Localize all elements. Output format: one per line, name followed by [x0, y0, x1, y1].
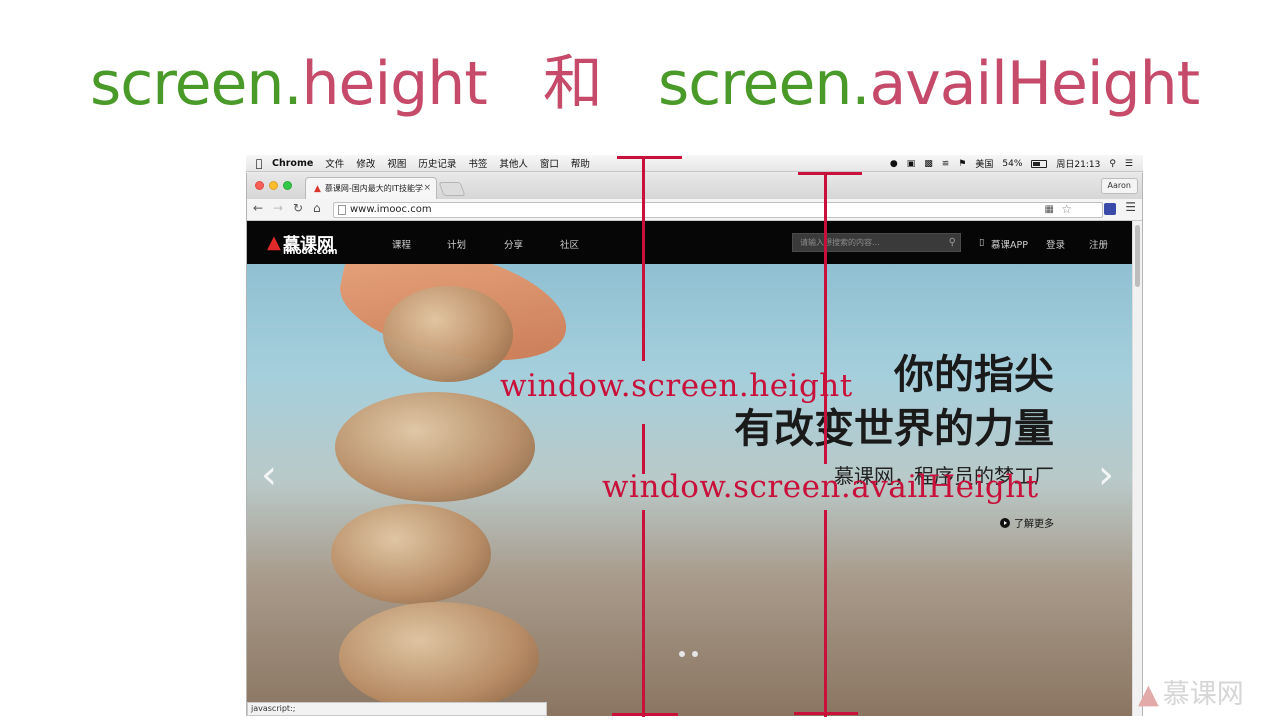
back-icon[interactable]: ←	[253, 201, 263, 215]
notification-list-icon[interactable]: ☰	[1125, 159, 1133, 169]
height-line	[642, 510, 645, 717]
hero-line2: 有改变世界的力量	[734, 406, 1054, 452]
tab-close-icon[interactable]: ×	[423, 183, 431, 193]
height-line	[642, 424, 645, 474]
avail-annotation-label: window.screen.availHeight	[602, 469, 1039, 505]
title-conjunction: 和	[542, 49, 603, 119]
stone-image	[335, 392, 535, 502]
menubar-status-area: ● ▣ ▩ ≌ ⚑ 美国 54% 周日21:13 ⚲ ☰	[890, 155, 1133, 172]
logo-en: imooc.com	[283, 247, 338, 257]
nav-community[interactable]: 社区	[560, 237, 579, 251]
url-text[interactable]: www.imooc.com	[350, 204, 432, 215]
battery-icon[interactable]	[1031, 159, 1048, 168]
menu-item-help[interactable]: 帮助	[571, 156, 590, 170]
carousel-dot[interactable]	[679, 651, 685, 657]
menu-item-edit[interactable]: 修改	[356, 156, 375, 170]
height-line	[642, 156, 645, 361]
imooc-favicon-icon: ▲	[314, 183, 321, 194]
phone-icon: ▯	[979, 237, 985, 248]
qr-code-icon[interactable]: ▦	[1045, 203, 1054, 217]
learn-more-label: 了解更多	[1014, 519, 1054, 530]
home-icon[interactable]: ⌂	[313, 201, 321, 215]
app-link[interactable]: 慕课APP	[991, 237, 1028, 251]
slide: screen.height 和 screen.availHeight  Chr…	[0, 0, 1280, 720]
menu-item-people[interactable]: 其他人	[499, 156, 528, 170]
stone-image	[383, 286, 513, 382]
flame-icon: ▲	[267, 232, 281, 253]
chrome-window: ▲ 慕课网-国内最大的IT技能学 × Aaron ← → ↻ ⌂ www.imo…	[246, 173, 1143, 716]
zoom-window-button[interactable]	[283, 181, 292, 190]
menu-item-bookmarks[interactable]: 书签	[468, 156, 487, 170]
avail-line	[824, 510, 827, 717]
site-header: ▲ 慕课网 imooc.com 课程 计划 分享 社区 请输入想搜索的内容...…	[247, 221, 1134, 264]
carousel-dots	[679, 651, 698, 657]
wifi-icon[interactable]: ≌	[942, 159, 950, 169]
nav-share[interactable]: 分享	[504, 237, 523, 251]
height-annotation-label: window.screen.height	[500, 368, 853, 404]
carousel-dot[interactable]	[692, 651, 698, 657]
extension-icon[interactable]	[1104, 203, 1116, 215]
tab-title: 慕课网-国内最大的IT技能学	[324, 184, 424, 193]
carousel-prev-icon[interactable]: ‹	[261, 452, 277, 498]
learn-more-link[interactable]: 了解更多	[1000, 515, 1054, 530]
avail-top-marker	[798, 172, 862, 175]
menu-app-name[interactable]: Chrome	[272, 158, 313, 169]
site-search-input[interactable]: 请输入想搜索的内容... ⚲	[792, 233, 961, 252]
stone-image	[339, 602, 539, 712]
avail-bottom-marker	[794, 712, 858, 715]
menu-item-file[interactable]: 文件	[325, 156, 344, 170]
clock[interactable]: 周日21:13	[1056, 157, 1100, 170]
nav-plans[interactable]: 计划	[447, 237, 466, 251]
apple-icon[interactable]: 	[246, 157, 272, 170]
battery-percent[interactable]: 54%	[1002, 159, 1022, 169]
bookmark-star-icon[interactable]: ☆	[1061, 202, 1072, 216]
address-bar[interactable]: www.imooc.com ▦ ☆	[333, 202, 1103, 218]
mac-screenshot:  Chrome 文件 修改 视图 历史记录 书签 其他人 窗口 帮助 ● ▣ …	[246, 155, 1143, 716]
window-controls	[255, 181, 292, 190]
lock-icon[interactable]: ▩	[924, 159, 933, 169]
flame-watermark-icon: ▲	[1138, 679, 1159, 710]
qq-icon[interactable]: ●	[890, 159, 898, 169]
search-icon[interactable]: ⚲	[949, 234, 956, 251]
title-part2-red: availHeight	[869, 49, 1200, 119]
imooc-watermark: ▲ 慕课网	[1138, 672, 1244, 711]
stone-image	[331, 504, 491, 604]
menu-item-view[interactable]: 视图	[387, 156, 406, 170]
new-tab-button[interactable]	[438, 182, 466, 196]
title-part1-red: height	[301, 49, 488, 119]
flag-icon: ⚑	[958, 158, 967, 169]
page-icon	[338, 205, 346, 215]
carousel-next-icon[interactable]: ›	[1098, 452, 1114, 498]
close-window-button[interactable]	[255, 181, 264, 190]
login-link[interactable]: 登录	[1046, 237, 1065, 251]
search-placeholder: 请输入想搜索的内容...	[800, 238, 880, 247]
camera-icon[interactable]: ▣	[907, 159, 916, 169]
title-part2-green: screen.	[657, 49, 871, 119]
menu-item-history[interactable]: 历史记录	[418, 156, 456, 170]
status-bubble: javascript:;	[247, 702, 547, 716]
height-bottom-marker	[612, 713, 678, 716]
input-method-label[interactable]: 美国	[975, 157, 993, 170]
browser-toolbar: ← → ↻ ⌂ www.imooc.com ▦ ☆ ☰	[247, 199, 1142, 221]
brand-text: 慕课网	[1162, 679, 1244, 710]
mac-menubar:  Chrome 文件 修改 视图 历史记录 书签 其他人 窗口 帮助 ● ▣ …	[246, 155, 1143, 172]
tab-bar: ▲ 慕课网-国内最大的IT技能学 × Aaron	[247, 173, 1142, 199]
reload-icon[interactable]: ↻	[293, 201, 303, 215]
nav-courses[interactable]: 课程	[392, 237, 411, 251]
scrollbar-thumb[interactable]	[1135, 225, 1140, 287]
profile-button[interactable]: Aaron	[1100, 178, 1138, 194]
height-top-marker	[617, 156, 682, 159]
menu-item-window[interactable]: 窗口	[540, 156, 559, 170]
avail-line	[824, 172, 827, 464]
title-part1-green: screen.	[90, 49, 303, 119]
chrome-menu-icon[interactable]: ☰	[1125, 200, 1136, 214]
register-link[interactable]: 注册	[1089, 237, 1108, 251]
forward-icon[interactable]: →	[273, 201, 283, 215]
play-circle-icon	[1000, 517, 1010, 528]
vertical-scrollbar[interactable]	[1132, 221, 1142, 716]
browser-tab[interactable]: ▲ 慕课网-国内最大的IT技能学 ×	[305, 177, 437, 199]
slide-title: screen.height 和 screen.availHeight	[90, 46, 1200, 122]
spotlight-icon[interactable]: ⚲	[1109, 159, 1116, 169]
minimize-window-button[interactable]	[269, 181, 278, 190]
